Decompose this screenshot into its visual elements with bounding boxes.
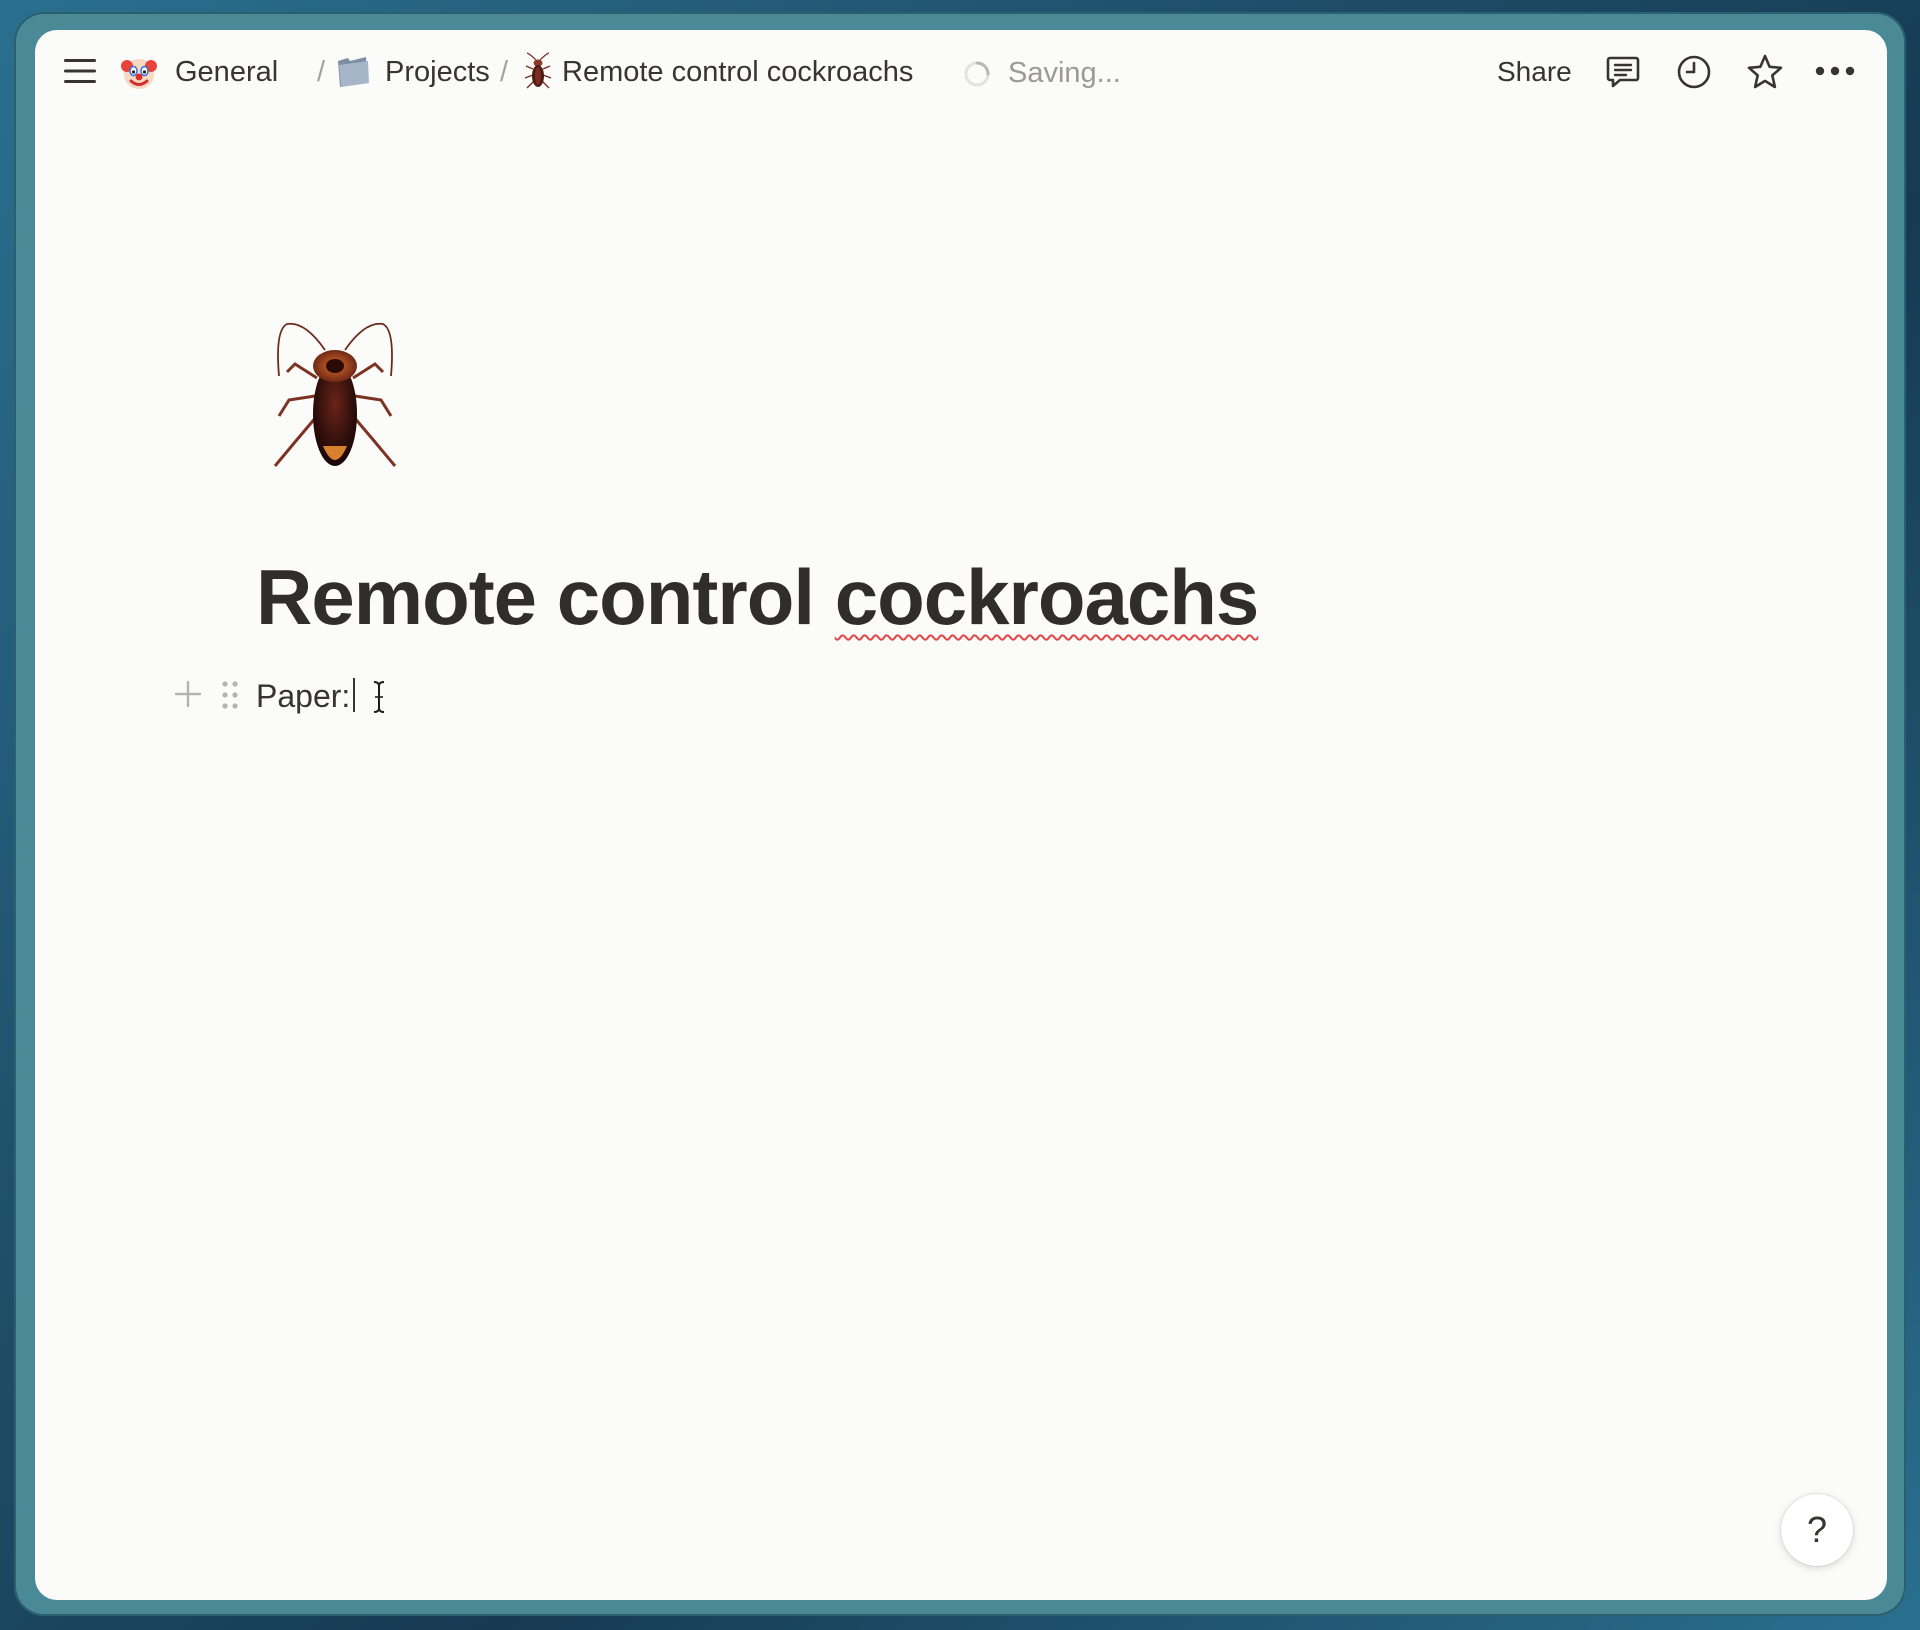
history-icon[interactable] — [1676, 54, 1712, 90]
breadcrumb: General / Projects / Remote control cock… — [121, 46, 951, 98]
menu-icon[interactable] — [63, 56, 97, 86]
breadcrumb-separator: / — [500, 56, 509, 88]
saving-status: Saving... — [963, 58, 1183, 94]
breadcrumb-item-current-page[interactable]: Remote control cockroachs — [523, 46, 943, 98]
breadcrumb-label-projects: Projects — [385, 56, 490, 88]
add-block-icon[interactable] — [174, 680, 202, 708]
favorite-star-icon[interactable] — [1746, 53, 1784, 91]
drag-handle-icon[interactable] — [221, 680, 239, 710]
clown-face-icon — [121, 59, 157, 89]
saving-label: Saving... — [1008, 57, 1121, 89]
breadcrumb-label-current-page: Remote control cockroachs — [562, 56, 914, 88]
topbar: General / Projects / Remote control cock… — [35, 30, 1887, 120]
text-caret — [353, 678, 355, 712]
breadcrumb-item-general[interactable]: General — [121, 46, 291, 98]
page-title-misspelled-word: cockroachs — [834, 553, 1260, 641]
breadcrumb-item-projects[interactable]: Projects — [335, 46, 495, 98]
breadcrumb-separator: / — [317, 56, 326, 88]
text-block-content: Paper: — [256, 678, 351, 714]
cockroach-icon — [524, 52, 552, 89]
app-window: General / Projects / Remote control cock… — [35, 30, 1887, 1600]
share-button[interactable]: Share — [1497, 58, 1572, 86]
page-icon[interactable] — [265, 316, 405, 474]
page-title-part: Remote control — [256, 553, 835, 641]
text-block[interactable]: Paper: — [256, 676, 856, 716]
folder-icon — [338, 57, 369, 87]
cockroach-icon — [273, 322, 397, 467]
loading-spinner-icon — [964, 61, 990, 87]
page-title[interactable]: Remote control cockroachs — [256, 558, 1259, 636]
breadcrumb-label-general: General — [175, 56, 279, 88]
more-options-icon[interactable] — [1815, 64, 1855, 78]
help-button[interactable]: ? — [1781, 1494, 1853, 1566]
comments-icon[interactable] — [1605, 54, 1641, 90]
i-beam-cursor-icon — [373, 681, 385, 713]
